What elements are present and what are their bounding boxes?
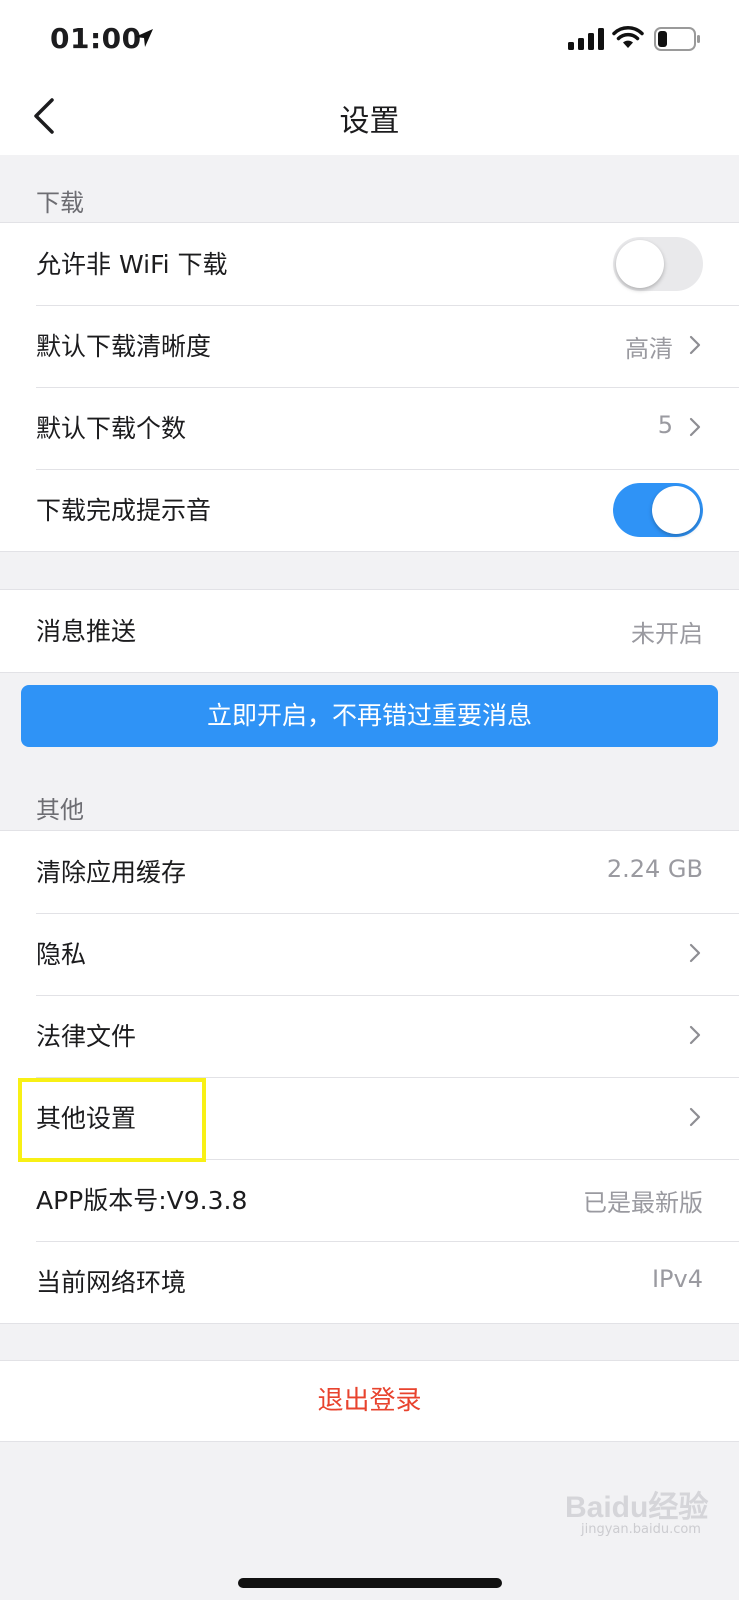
- home-indicator[interactable]: [238, 1578, 502, 1588]
- page-title: 设置: [339, 104, 400, 139]
- non-wifi-download-toggle[interactable]: [613, 237, 703, 291]
- row-value: 5: [657, 411, 673, 439]
- row-value: IPv4: [651, 1265, 703, 1293]
- row-default-quality[interactable]: 默认下载清晰度 高清: [0, 305, 739, 387]
- watermark-sub: jingyan.baidu.com: [581, 1522, 701, 1537]
- row-push[interactable]: 消息推送 未开启: [0, 590, 739, 672]
- row-value: 未开启: [631, 620, 703, 648]
- row-label: 默认下载清晰度: [36, 332, 212, 361]
- chevron-right-icon: [689, 943, 701, 963]
- push-group: 消息推送 未开启: [0, 589, 739, 673]
- row-non-wifi-download: 允许非 WiFi 下载: [0, 223, 739, 305]
- chevron-right-icon: [689, 1107, 701, 1127]
- row-app-version[interactable]: APP版本号:V9.3.8 已是最新版: [0, 1159, 739, 1241]
- row-label: 清除应用缓存: [36, 858, 187, 887]
- row-label: 下载完成提示音: [36, 496, 212, 525]
- section-header-other: 其他: [36, 796, 84, 824]
- row-value: 高清: [625, 335, 673, 363]
- row-label: APP版本号:V9.3.8: [36, 1186, 248, 1215]
- signal-icon: [568, 28, 604, 50]
- row-value: 已是最新版: [583, 1189, 703, 1217]
- location-arrow-icon: [135, 29, 153, 47]
- nav-bar: 设置: [0, 80, 739, 155]
- battery-icon: [654, 27, 700, 51]
- row-label: 当前网络环境: [36, 1268, 187, 1297]
- status-bar: 01:00: [0, 0, 739, 80]
- row-download-sound: 下载完成提示音: [0, 469, 739, 551]
- toggle-knob: [616, 240, 664, 288]
- row-label: 允许非 WiFi 下载: [36, 250, 228, 279]
- other-group: 清除应用缓存 2.24 GB 隐私 法律文件 其他设置 APP版本号:V9.3.…: [0, 830, 739, 1324]
- chevron-right-icon: [689, 335, 701, 355]
- row-legal[interactable]: 法律文件: [0, 995, 739, 1077]
- row-label: 默认下载个数: [36, 414, 187, 443]
- status-time: 01:00: [50, 22, 142, 55]
- row-clear-cache[interactable]: 清除应用缓存 2.24 GB: [0, 831, 739, 913]
- watermark-logo: Baidu经验: [565, 1491, 709, 1524]
- row-label: 消息推送: [36, 617, 137, 646]
- highlight-annotation: [18, 1078, 206, 1162]
- logout-button[interactable]: 退出登录: [0, 1360, 739, 1442]
- download-group: 允许非 WiFi 下载 默认下载清晰度 高清 默认下载个数 5 下载完成提示音: [0, 222, 739, 552]
- row-default-count[interactable]: 默认下载个数 5: [0, 387, 739, 469]
- toggle-knob: [652, 486, 700, 534]
- row-label: 法律文件: [36, 1022, 137, 1051]
- row-network: 当前网络环境 IPv4: [0, 1241, 739, 1323]
- download-sound-toggle[interactable]: [613, 483, 703, 537]
- row-value: 2.24 GB: [606, 855, 703, 883]
- section-header-download: 下载: [36, 189, 84, 217]
- row-privacy[interactable]: 隐私: [0, 913, 739, 995]
- chevron-right-icon: [689, 417, 701, 437]
- chevron-right-icon: [689, 1025, 701, 1045]
- enable-push-button[interactable]: 立即开启，不再错过重要消息: [21, 685, 718, 747]
- row-label: 隐私: [36, 940, 87, 969]
- watermark: Baidu经验 jingyan.baidu.com: [565, 1482, 715, 1542]
- wifi-icon: [612, 26, 644, 48]
